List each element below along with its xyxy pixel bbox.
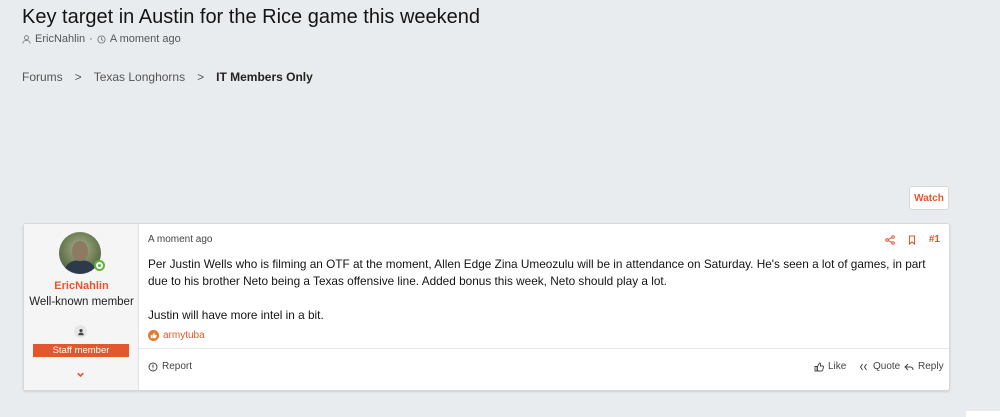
post-username[interactable]: EricNahlin: [24, 280, 139, 292]
post-actions-top: #1: [885, 234, 940, 245]
share-icon[interactable]: [885, 234, 895, 245]
bookmark-icon[interactable]: [907, 234, 917, 245]
post-main: A moment ago #1 Per Justin Wells who is …: [139, 224, 949, 390]
post: EricNahlin Well-known member Staff membe…: [23, 223, 950, 391]
breadcrumb-it-members-only[interactable]: IT Members Only: [216, 70, 313, 84]
thread-meta: EricNahlin · A moment ago: [22, 33, 181, 45]
post-user-panel: EricNahlin Well-known member Staff membe…: [24, 224, 139, 390]
thread-title: Key target in Austin for the Rice game t…: [22, 6, 481, 28]
post-paragraph: Justin will have more intel in a bit.: [148, 308, 324, 322]
watch-button[interactable]: Watch: [909, 186, 949, 210]
post-number[interactable]: #1: [929, 234, 940, 245]
like-label: Like: [828, 361, 847, 372]
online-status-icon: [94, 260, 105, 271]
reply-label: Reply: [918, 361, 944, 372]
user-icon: [22, 34, 31, 44]
chevron-down-icon[interactable]: [75, 369, 86, 380]
reply-icon: [904, 363, 914, 370]
staff-badge: Staff member: [33, 344, 129, 357]
post-footer: Report Like Quote Reply: [139, 348, 949, 392]
like-button[interactable]: Like: [814, 361, 846, 372]
quote-icon: [859, 363, 867, 370]
breadcrumb-forums[interactable]: Forums: [22, 70, 63, 84]
user-title: Well-known member: [29, 296, 134, 308]
thread-time[interactable]: A moment ago: [110, 33, 181, 45]
breadcrumb-separator: >: [197, 70, 205, 84]
clock-icon: [97, 34, 106, 44]
member-icon: [74, 325, 87, 338]
report-button[interactable]: Report: [148, 361, 192, 372]
quote-label: Quote: [873, 361, 901, 372]
report-icon: [148, 362, 158, 371]
post-date[interactable]: A moment ago: [148, 234, 212, 245]
thumbs-up-icon: [814, 362, 824, 371]
breadcrumb-separator: >: [74, 70, 82, 84]
reply-button[interactable]: Reply: [904, 361, 944, 372]
post-paragraph: Per Justin Wells who is filming an OTF a…: [148, 257, 926, 288]
quote-button[interactable]: Quote: [859, 361, 900, 372]
reaction-summary[interactable]: armytuba: [148, 330, 205, 341]
report-label: Report: [162, 361, 193, 372]
post-body: Per Justin Wells who is filming an OTF a…: [148, 256, 943, 341]
reaction-user[interactable]: armytuba: [163, 330, 205, 341]
breadcrumb-texas-longhorns[interactable]: Texas Longhorns: [94, 70, 185, 84]
breadcrumb: Forums > Texas Longhorns > IT Members On…: [22, 70, 313, 84]
page-edge: [966, 411, 1000, 417]
meta-separator: ·: [89, 33, 93, 45]
like-reaction-icon: [148, 330, 159, 341]
thread-author[interactable]: EricNahlin: [35, 33, 85, 45]
